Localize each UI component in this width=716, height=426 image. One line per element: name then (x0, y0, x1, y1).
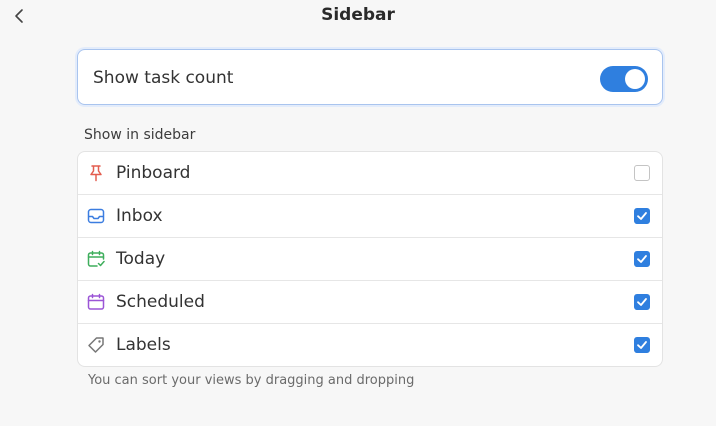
scheduled-checkbox[interactable] (634, 294, 650, 310)
toggle-knob (625, 69, 645, 89)
calendar-icon (87, 293, 105, 311)
show-task-count-row[interactable]: Show task count (77, 49, 663, 105)
check-icon (637, 298, 647, 306)
sidebar-item-inbox[interactable]: Inbox (78, 194, 662, 237)
sidebar-item-today[interactable]: Today (78, 237, 662, 280)
show-task-count-label: Show task count (93, 68, 234, 88)
sidebar-items-list: Pinboard Inbox Today Scheduled Labels (77, 151, 663, 367)
page-title: Sidebar (321, 5, 395, 25)
sidebar-item-label: Labels (116, 335, 171, 355)
inbox-icon (87, 207, 105, 225)
labels-checkbox[interactable] (634, 337, 650, 353)
sidebar-item-label: Today (116, 249, 166, 269)
sidebar-item-label: Pinboard (116, 163, 191, 183)
today-checkbox[interactable] (634, 251, 650, 267)
header: Sidebar (0, 0, 716, 32)
sidebar-item-label: Inbox (116, 206, 163, 226)
section-label: Show in sidebar (84, 127, 196, 143)
check-icon (637, 212, 647, 220)
calendar-check-icon (87, 250, 105, 268)
tag-icon (87, 336, 105, 354)
sort-hint: You can sort your views by dragging and … (88, 373, 415, 388)
sidebar-item-scheduled[interactable]: Scheduled (78, 280, 662, 323)
check-icon (637, 255, 647, 263)
sidebar-item-label: Scheduled (116, 292, 205, 312)
pin-icon (87, 164, 105, 182)
sidebar-item-pinboard[interactable]: Pinboard (78, 152, 662, 194)
show-task-count-toggle[interactable] (600, 66, 648, 92)
check-icon (637, 341, 647, 349)
pinboard-checkbox[interactable] (634, 165, 650, 181)
sidebar-item-labels[interactable]: Labels (78, 323, 662, 366)
inbox-checkbox[interactable] (634, 208, 650, 224)
